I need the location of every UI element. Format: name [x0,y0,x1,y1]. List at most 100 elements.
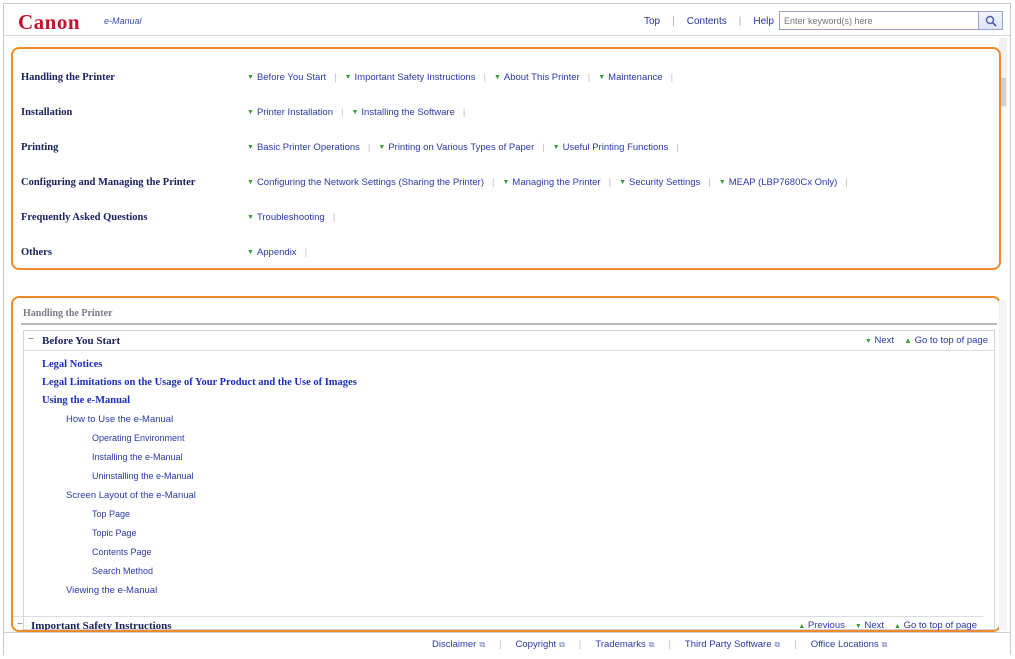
category-link[interactable]: ▼ Important Safety Instructions [345,72,476,83]
toc-link[interactable]: Viewing the e-Manual [66,585,157,596]
separator: | [738,16,742,27]
collapse-icon[interactable]: − [28,334,34,345]
search-button[interactable] [978,12,1002,29]
category-link[interactable]: ▼ Basic Printer Operations [247,142,360,153]
external-link-icon: ⧉ [648,640,655,649]
panel-nav: ▲ Previous ▼ Next ▲ Go to top of page [798,620,977,630]
arrow-down-icon: ▲ [798,623,806,630]
footer-link[interactable]: Trademarks ⧉ [595,639,654,650]
topic-panel-title: Important Safety Instructions [31,620,172,632]
arrow-down-icon: ▼ [247,213,254,221]
product-name: e-Manual [104,16,142,26]
category-name: Printing [21,141,59,153]
category-link[interactable]: ▼ Maintenance [598,72,662,83]
search-icon [985,15,997,27]
topic-panel: − Before You Start ▼ Next ▲ Go to top of… [23,330,995,630]
category-name: Installation [21,106,73,118]
go-to-top-link[interactable]: ▲ Go to top of page [904,335,988,346]
category-link[interactable]: ▼ Useful Printing Functions [553,142,669,153]
arrow-down-icon: ▼ [493,73,501,81]
toc-link[interactable]: Installing the e-Manual [92,452,183,462]
footer-links: Disclaimer ⧉ | Copyright ⧉ | Trademarks ⧉ |… [432,639,888,650]
next-link[interactable]: ▼ Next [865,335,894,346]
arrow-down-icon: ▼ [247,73,254,81]
category-link[interactable]: ▼ Printing on Various Types of Paper [378,142,534,153]
top-link[interactable]: Top [644,16,660,27]
footer-link[interactable]: Copyright ⧉ [516,639,565,650]
arrow-down-icon: ▼ [718,178,726,186]
category-name: Others [21,246,52,258]
footer-bar: Disclaimer ⧉ | Copyright ⧉ | Trademarks ⧉ |… [4,632,1010,655]
toc-link[interactable]: Contents Page [92,547,152,557]
arrow-down-icon: ▼ [854,623,862,630]
separator: | [672,16,675,27]
section-title: Handling the Printer [23,308,113,319]
arrow-down-icon: ▼ [378,143,386,151]
help-link[interactable]: Help [753,16,774,27]
external-link-icon: ⧉ [559,640,565,649]
next-link[interactable]: ▼ Next [854,620,884,630]
arrow-down-icon: ▼ [344,73,352,81]
category-row: Printing ▼ Basic Printer Operations | ▼ Pri… [21,141,679,153]
toc-link[interactable]: Uninstalling the e-Manual [92,471,194,481]
footer-link[interactable]: Third Party Software ⧉ [685,639,780,650]
category-link[interactable]: ▼ Installing the Software [351,107,454,118]
category-link[interactable]: ▼ Appendix [247,247,297,258]
arrow-down-icon: ▼ [552,143,560,151]
category-link[interactable]: ▼ Before You Start [247,72,326,83]
arrow-down-icon: ▼ [864,338,872,345]
search-input[interactable] [780,12,976,29]
topic-panel-header: − Important Safety Instructions ▲ Previo… [13,616,983,632]
topic-panel-header: − Before You Start ▼ Next ▲ Go to top of… [24,331,994,351]
collapse-icon[interactable]: − [17,619,23,630]
toc-link[interactable]: Legal Notices [42,359,102,370]
category-link[interactable]: ▼ Troubleshooting [247,212,325,223]
category-link[interactable]: ▼ Managing the Printer [502,177,600,188]
go-to-top-link[interactable]: ▲ Go to top of page [894,620,977,630]
category-row: Others ▼ Appendix | [21,246,308,258]
category-name: Configuring and Managing the Printer [21,176,196,188]
content-panel: Handling the Printer − Before You Start … [11,296,1001,632]
category-link[interactable]: ▼ Security Settings [619,177,700,188]
toc-link[interactable]: Top Page [92,509,130,519]
panel-nav: ▼ Next ▲ Go to top of page [865,335,988,346]
top-links: Top | Contents | Help [644,16,774,27]
category-row: Frequently Asked Questions ▼ Troubleshoot… [21,211,336,223]
toc-link[interactable]: How to Use the e-Manual [66,414,173,425]
e-manual-window: Canon e-Manual Top | Contents | Help Han… [3,3,1011,655]
external-link-icon: ⧉ [881,640,888,649]
footer-link[interactable]: Disclaimer ⧉ [432,639,485,650]
toc-link[interactable]: Topic Page [92,528,137,538]
arrow-down-icon: ▼ [619,178,627,186]
toc-link[interactable]: Search Method [92,566,153,576]
category-row: Installation ▼ Printer Installation | ▼ Ins… [21,106,466,118]
arrow-down-icon: ▼ [502,178,510,186]
category-name: Frequently Asked Questions [21,211,148,223]
contents-link[interactable]: Contents [687,16,727,27]
scrollbar[interactable] [999,300,1007,630]
toc-link[interactable]: Operating Environment [92,433,185,443]
arrow-down-icon: ▼ [351,108,359,116]
category-link[interactable]: ▼ About This Printer [494,72,580,83]
category-navigation: Handling the Printer ▼ Before You Start | … [11,47,1001,270]
category-row: Configuring and Managing the Printer ▼ Co… [21,176,848,188]
external-link-icon: ⧉ [479,640,486,649]
toc-link[interactable]: Screen Layout of the e-Manual [66,490,196,501]
arrow-down-icon: ▼ [247,143,254,151]
arrow-down-icon: ▼ [247,108,254,116]
category-row: Handling the Printer ▼ Before You Start | … [21,71,674,83]
category-name: Handling the Printer [21,71,115,83]
previous-link[interactable]: ▲ Previous [798,620,845,630]
category-link[interactable]: ▼ MEAP (LBP7680Cx Only) [719,177,838,188]
canon-logo[interactable]: Canon [18,10,80,35]
category-link[interactable]: ▼ Printer Installation [247,107,333,118]
search-box [779,11,1003,30]
arrow-down-icon: ▼ [247,248,254,256]
divider [21,323,997,325]
header-bar: Canon e-Manual Top | Contents | Help [4,4,1010,36]
arrow-up-icon: ▲ [894,623,901,630]
category-link[interactable]: ▼ Configuring the Network Settings (Shari… [247,177,484,188]
toc-link[interactable]: Using the e-Manual [42,395,130,406]
toc-link[interactable]: Legal Limitations on the Usage of Your P… [42,377,357,388]
footer-link[interactable]: Office Locations ⧉ [811,639,888,650]
